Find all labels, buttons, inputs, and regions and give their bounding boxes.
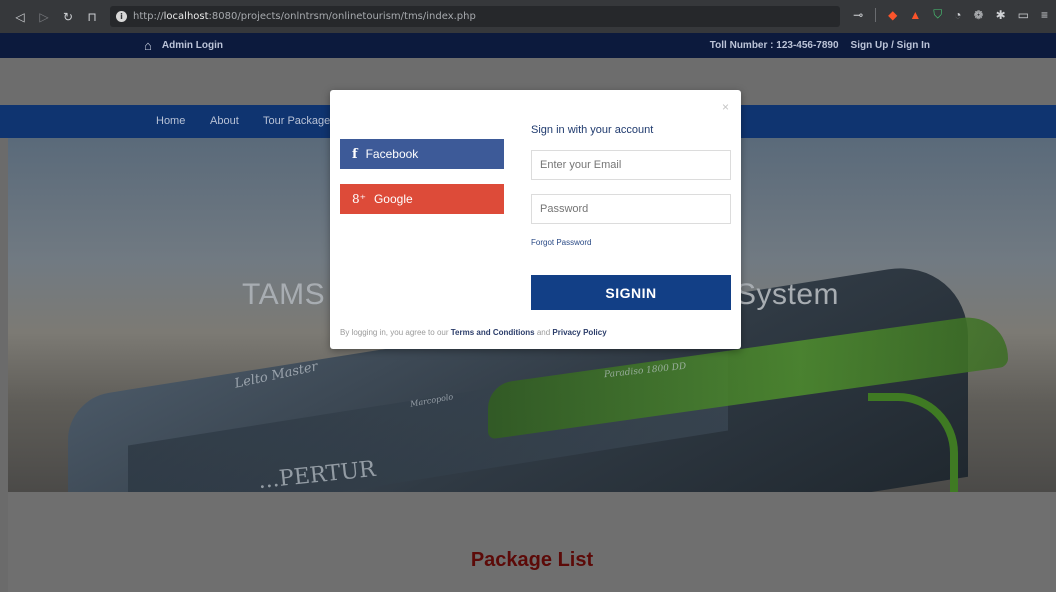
web-page: ⌂ Admin Login Toll Number : 123-456-7890…: [0, 33, 1056, 592]
site-info-icon[interactable]: i: [116, 11, 127, 22]
url-protocol: http://: [133, 11, 164, 22]
terms-prefix: By logging in, you agree to our: [340, 328, 451, 337]
google-plus-icon: 8⁺: [352, 192, 366, 206]
home-icon: ⌂: [144, 38, 152, 53]
brave-rewards-icon[interactable]: ▲: [909, 8, 921, 22]
forward-icon[interactable]: ▷: [38, 10, 50, 24]
admin-login-link[interactable]: ⌂ Admin Login: [144, 38, 223, 53]
toolbar-separator: [875, 7, 877, 22]
bookmark-icon[interactable]: ⊓: [86, 10, 98, 24]
terms-link[interactable]: Terms and Conditions: [451, 328, 535, 337]
browser-toolbar: ◁ ▷ ↻ ⊓ i http://localhost:8080/projects…: [0, 0, 1056, 33]
password-input[interactable]: [531, 194, 731, 224]
url-host: localhost: [163, 11, 209, 22]
extensions-puzzle-icon[interactable]: ✱: [996, 8, 1006, 22]
hero-title-left: TAMS: [242, 278, 326, 311]
facebook-icon: f: [352, 146, 358, 162]
extension-shield-icon[interactable]: ⛉: [933, 7, 942, 22]
signin-modal: × f Facebook 8⁺ Google Sign in with your…: [330, 90, 741, 349]
address-bar[interactable]: i http://localhost:8080/projects/onlntrs…: [110, 6, 840, 27]
signin-button[interactable]: SIGNIN: [531, 275, 731, 310]
browser-nav-buttons: ◁ ▷ ↻ ⊓: [0, 10, 110, 24]
url-path: :8080/projects/onlntrsm/onlinetourism/tm…: [208, 11, 476, 22]
topbar-right: Toll Number : 123-456-7890 Sign Up / Sig…: [710, 40, 930, 51]
reload-icon[interactable]: ↻: [62, 10, 74, 24]
menu-icon[interactable]: ≡: [1041, 8, 1048, 22]
toll-number: Toll Number : 123-456-7890: [709, 40, 839, 51]
key-icon[interactable]: ⊸: [853, 8, 863, 22]
terms-notice: By logging in, you agree to our Terms an…: [340, 328, 607, 337]
forgot-password-link[interactable]: Forgot Password: [531, 238, 591, 247]
top-info-bar: ⌂ Admin Login Toll Number : 123-456-7890…: [0, 33, 1056, 58]
terms-and: and: [534, 328, 553, 337]
email-input[interactable]: [531, 150, 731, 180]
privacy-link[interactable]: Privacy Policy: [552, 328, 606, 337]
browser-extensions: ⊸ ◆ ▲ ⛉ ◔ ❁ ✱ ▭ ≡: [853, 7, 1048, 22]
close-icon[interactable]: ×: [722, 100, 729, 114]
facebook-login-button[interactable]: f Facebook: [340, 139, 504, 169]
back-icon[interactable]: ◁: [14, 10, 26, 24]
signin-heading: Sign in with your account: [531, 124, 654, 136]
admin-login-label: Admin Login: [161, 40, 223, 51]
package-list-heading: Package List: [470, 549, 594, 571]
extension-icon[interactable]: ◔: [954, 8, 961, 22]
facebook-label: Facebook: [365, 147, 419, 161]
cast-icon[interactable]: ▭: [1018, 8, 1029, 22]
nav-item-home[interactable]: Home: [156, 115, 185, 127]
hero-title-right: System: [736, 278, 840, 311]
brave-shield-icon[interactable]: ◆: [888, 8, 897, 22]
nav-item-tour-package[interactable]: Tour Package: [263, 115, 330, 127]
signup-signin-link[interactable]: Sign Up / Sign In: [851, 40, 930, 51]
package-section: Package List: [8, 492, 1056, 592]
google-login-button[interactable]: 8⁺ Google: [340, 184, 504, 214]
google-label: Google: [373, 192, 413, 206]
nav-item-about[interactable]: About: [210, 115, 239, 127]
extension-gear-icon[interactable]: ❁: [974, 8, 984, 22]
